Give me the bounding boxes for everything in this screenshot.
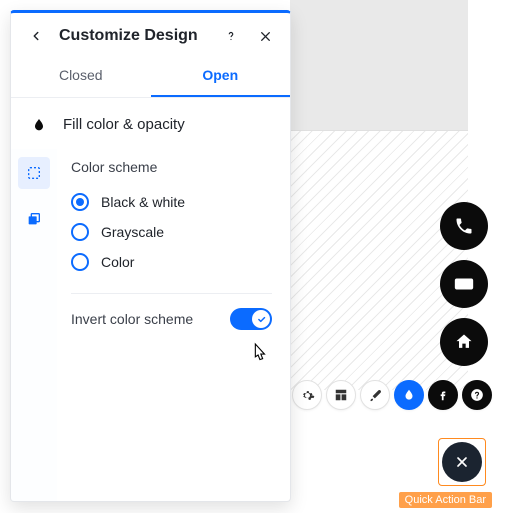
section-header: Fill color & opacity [11, 98, 290, 149]
home-icon [454, 332, 474, 352]
tool-layout[interactable] [326, 380, 356, 410]
question-icon [224, 29, 238, 43]
check-icon [257, 315, 266, 324]
radio-icon [71, 223, 89, 241]
brush-icon [368, 388, 383, 403]
quick-action-bar-tag: Quick Action Bar [399, 492, 492, 508]
right-sidebar-strip [500, 0, 532, 513]
radio-icon [71, 193, 89, 211]
divider [71, 293, 272, 294]
close-circle [442, 442, 482, 482]
top-gray-area [290, 0, 468, 130]
invert-toggle[interactable] [230, 308, 272, 330]
tool-brush[interactable] [360, 380, 390, 410]
tool-facebook[interactable] [428, 380, 458, 410]
tool-settings[interactable] [292, 380, 322, 410]
panel-title: Customize Design [59, 27, 208, 45]
facebook-icon [436, 388, 450, 402]
selection-icon [26, 165, 42, 181]
color-scheme-label: Color scheme [71, 159, 272, 175]
fab-phone[interactable] [440, 202, 488, 250]
panel-body: Color scheme Black & white Grayscale Col… [11, 149, 290, 501]
layers-icon [26, 211, 42, 227]
mail-icon [453, 273, 475, 295]
chevron-left-icon [29, 29, 43, 43]
fab-mail[interactable] [440, 260, 488, 308]
panel-content: Color scheme Black & white Grayscale Col… [57, 149, 290, 501]
fab-home[interactable] [440, 318, 488, 366]
radio-color[interactable]: Color [71, 247, 272, 277]
floating-toolbar [292, 380, 492, 410]
tab-closed[interactable]: Closed [11, 57, 151, 97]
phone-icon [454, 216, 474, 236]
radio-icon [71, 253, 89, 271]
close-panel-button[interactable] [254, 25, 276, 47]
vtab-layers[interactable] [18, 203, 50, 235]
vertical-tabs [11, 149, 57, 501]
tool-help[interactable] [462, 380, 492, 410]
radio-black-white[interactable]: Black & white [71, 187, 272, 217]
panel-tabs: Closed Open [11, 57, 290, 98]
back-button[interactable] [25, 25, 47, 47]
toggle-knob [252, 310, 270, 328]
tab-open[interactable]: Open [151, 57, 291, 97]
help-icon [470, 388, 484, 402]
canvas: Quick Action Bar Customize Design Cl [0, 0, 532, 513]
close-action-box[interactable] [438, 438, 486, 486]
tool-droplet[interactable] [394, 380, 424, 410]
close-icon [259, 30, 272, 43]
droplet-icon [31, 117, 47, 133]
help-button[interactable] [220, 25, 242, 47]
radio-label: Black & white [101, 194, 185, 210]
vtab-selection[interactable] [18, 157, 50, 189]
layout-icon [334, 388, 348, 402]
customize-design-panel: Customize Design Closed Open Fill color … [10, 10, 291, 502]
section-title: Fill color & opacity [63, 116, 185, 133]
radio-grayscale[interactable]: Grayscale [71, 217, 272, 247]
droplet-icon [402, 388, 416, 402]
radio-label: Color [101, 254, 134, 270]
close-icon [454, 454, 470, 470]
invert-label: Invert color scheme [71, 311, 193, 327]
invert-row: Invert color scheme [71, 308, 272, 330]
gear-icon [300, 388, 315, 403]
panel-header: Customize Design [11, 13, 290, 57]
radio-label: Grayscale [101, 224, 164, 240]
fab-stack [440, 202, 488, 366]
